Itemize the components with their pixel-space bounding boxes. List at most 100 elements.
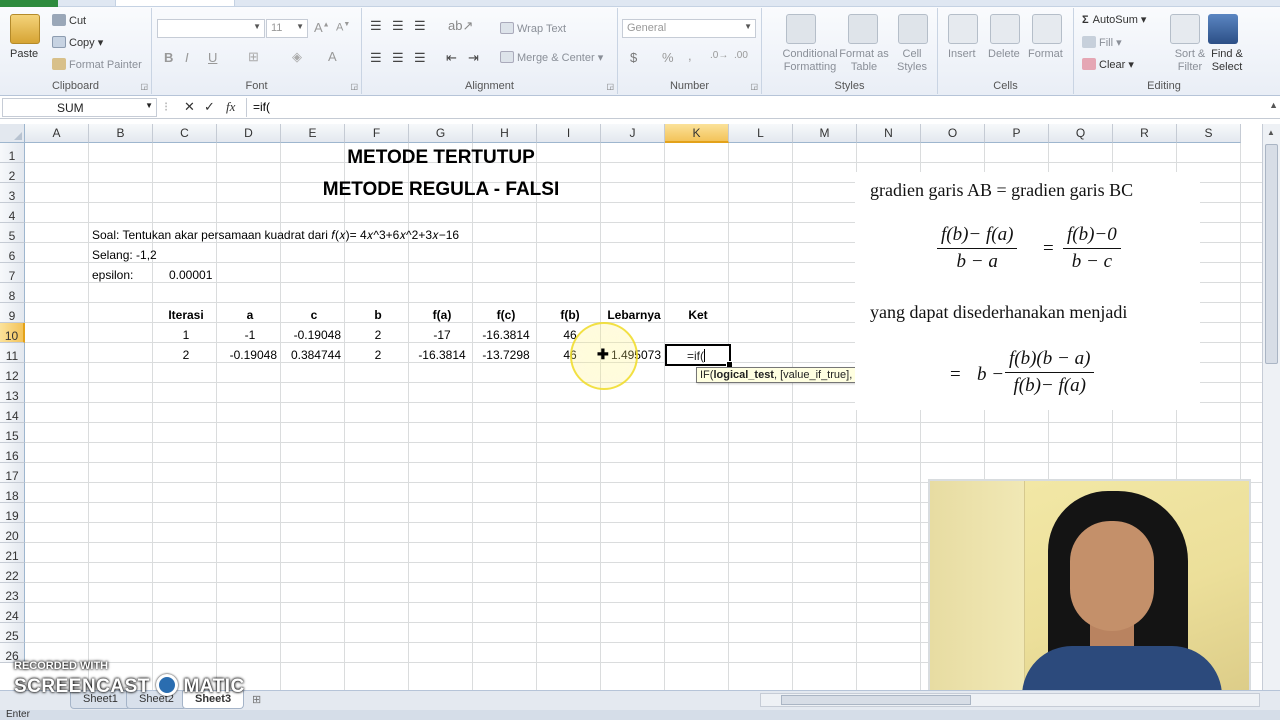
- header-b[interactable]: b: [346, 305, 410, 325]
- font-color-icon[interactable]: A: [328, 49, 337, 64]
- format-as-table-button[interactable]: Format as Table: [838, 48, 890, 74]
- cut-button[interactable]: Cut: [52, 14, 86, 27]
- row-header-19[interactable]: 19: [0, 503, 25, 523]
- row-header-14[interactable]: 14: [0, 403, 25, 423]
- italic-button[interactable]: I: [185, 50, 189, 65]
- column-header-g[interactable]: G: [409, 124, 473, 143]
- enter-check-icon[interactable]: ✓: [204, 99, 215, 115]
- resize-handle-icon[interactable]: ⁝: [164, 99, 168, 115]
- cell-g10[interactable]: -16.3814: [410, 345, 474, 365]
- cell-b6-epsilon-label[interactable]: epsilon:: [92, 265, 133, 285]
- formula-input[interactable]: =if(: [246, 98, 1266, 117]
- expand-formula-bar-icon[interactable]: ▲: [1269, 100, 1278, 110]
- row-header-7[interactable]: 7: [0, 263, 25, 283]
- row-header-11[interactable]: 11: [0, 343, 25, 363]
- number-launcher-icon[interactable]: ◲: [750, 82, 758, 91]
- row-header-17[interactable]: 17: [0, 463, 25, 483]
- decrease-decimal-icon[interactable]: .00: [734, 50, 748, 61]
- insert-button[interactable]: Insert: [948, 48, 976, 60]
- column-header-e[interactable]: E: [281, 124, 345, 143]
- column-header-b[interactable]: B: [89, 124, 153, 143]
- delete-button[interactable]: Delete: [988, 48, 1020, 60]
- align-right-icon[interactable]: ☰: [414, 50, 426, 66]
- row-header-10[interactable]: 10: [0, 323, 25, 343]
- clipboard-launcher-icon[interactable]: ◲: [140, 82, 148, 91]
- orientation-icon[interactable]: ab↗: [448, 18, 473, 34]
- fill-button[interactable]: Fill ▾: [1082, 36, 1122, 49]
- comma-button[interactable]: ,: [688, 48, 692, 63]
- font-name-select[interactable]: ▼: [157, 19, 265, 38]
- cell-f10[interactable]: 2: [346, 345, 410, 365]
- cell-g9[interactable]: -17: [410, 325, 474, 345]
- align-middle-icon[interactable]: ☰: [392, 18, 404, 34]
- name-box[interactable]: SUM ▼: [2, 98, 157, 117]
- formula-image[interactable]: gradien garis AB = gradien garis BC f(b)…: [855, 172, 1200, 410]
- find-select-button[interactable]: Find & Select: [1204, 48, 1250, 74]
- cell-d9[interactable]: -1: [218, 325, 282, 345]
- wrap-text-button[interactable]: Wrap Text: [500, 22, 566, 35]
- row-header-5[interactable]: 5: [0, 223, 25, 243]
- bold-button[interactable]: B: [164, 50, 173, 65]
- clear-button[interactable]: Clear ▾: [1082, 58, 1134, 71]
- cell-d10[interactable]: -0.19048: [218, 345, 282, 365]
- cell-h10[interactable]: -13.7298: [474, 345, 538, 365]
- column-header-h[interactable]: H: [473, 124, 537, 143]
- header-fc[interactable]: f(c): [474, 305, 538, 325]
- cell-styles-button[interactable]: Cell Styles: [890, 48, 934, 74]
- underline-button[interactable]: U: [208, 50, 217, 65]
- scroll-up-icon[interactable]: ▲: [1267, 128, 1275, 137]
- row-header-21[interactable]: 21: [0, 543, 25, 563]
- row-header-20[interactable]: 20: [0, 523, 25, 543]
- paste-button[interactable]: Paste: [10, 48, 38, 60]
- number-format-select[interactable]: General ▼: [622, 19, 756, 38]
- column-header-s[interactable]: S: [1177, 124, 1241, 143]
- row-header-15[interactable]: 15: [0, 423, 25, 443]
- vertical-scrollbar[interactable]: ▲: [1262, 124, 1280, 690]
- cell-c9[interactable]: 1: [154, 325, 218, 345]
- column-header-p[interactable]: P: [985, 124, 1049, 143]
- horizontal-scrollbar[interactable]: [760, 693, 1260, 707]
- column-header-i[interactable]: I: [537, 124, 601, 143]
- cell-c10[interactable]: 2: [154, 345, 218, 365]
- active-cell-k10[interactable]: =if(: [665, 344, 733, 368]
- borders-icon[interactable]: ⊞: [248, 49, 259, 65]
- align-top-icon[interactable]: ☰: [370, 18, 382, 34]
- cell-edit-text[interactable]: =if(: [687, 347, 706, 365]
- shrink-font-icon[interactable]: A▼: [336, 21, 350, 34]
- autosum-button[interactable]: Σ AutoSum ▾: [1082, 13, 1146, 26]
- header-fa[interactable]: f(a): [410, 305, 474, 325]
- merge-center-button[interactable]: Merge & Center ▾: [500, 51, 603, 64]
- row-header-3[interactable]: 3: [0, 183, 25, 203]
- row-header-6[interactable]: 6: [0, 243, 25, 263]
- format-painter-button[interactable]: Format Painter: [52, 58, 142, 71]
- vertical-scroll-thumb[interactable]: [1265, 144, 1278, 364]
- column-header-m[interactable]: M: [793, 124, 857, 143]
- row-header-22[interactable]: 22: [0, 563, 25, 583]
- column-header-n[interactable]: N: [857, 124, 921, 143]
- font-size-select[interactable]: 11 ▼: [266, 19, 308, 38]
- currency-button[interactable]: $: [630, 50, 637, 65]
- column-header-d[interactable]: D: [217, 124, 281, 143]
- cell-e9[interactable]: -0.19048: [282, 325, 346, 345]
- cell-c6-epsilon-value[interactable]: 0.00001: [169, 265, 212, 285]
- row-header-25[interactable]: 25: [0, 623, 25, 643]
- column-header-f[interactable]: F: [345, 124, 409, 143]
- cell-e10[interactable]: 0.384744: [282, 345, 346, 365]
- cell-h9[interactable]: -16.3814: [474, 325, 538, 345]
- column-header-q[interactable]: Q: [1049, 124, 1113, 143]
- header-ket[interactable]: Ket: [666, 305, 730, 325]
- row-header-1[interactable]: 1: [0, 143, 25, 163]
- decrease-indent-icon[interactable]: ⇤: [446, 50, 457, 66]
- cancel-icon[interactable]: ✕: [184, 99, 195, 115]
- font-launcher-icon[interactable]: ◲: [350, 82, 358, 91]
- insert-function-icon[interactable]: fx: [226, 99, 235, 115]
- copy-button[interactable]: Copy ▾: [52, 36, 103, 49]
- row-header-13[interactable]: 13: [0, 383, 25, 403]
- row-header-16[interactable]: 16: [0, 443, 25, 463]
- percent-button[interactable]: %: [662, 50, 674, 65]
- column-header-k[interactable]: K: [665, 124, 729, 143]
- fill-color-icon[interactable]: ◈: [292, 49, 302, 65]
- align-bottom-icon[interactable]: ☰: [414, 18, 426, 34]
- row-header-18[interactable]: 18: [0, 483, 25, 503]
- insert-sheet-icon[interactable]: ⊞: [252, 693, 261, 706]
